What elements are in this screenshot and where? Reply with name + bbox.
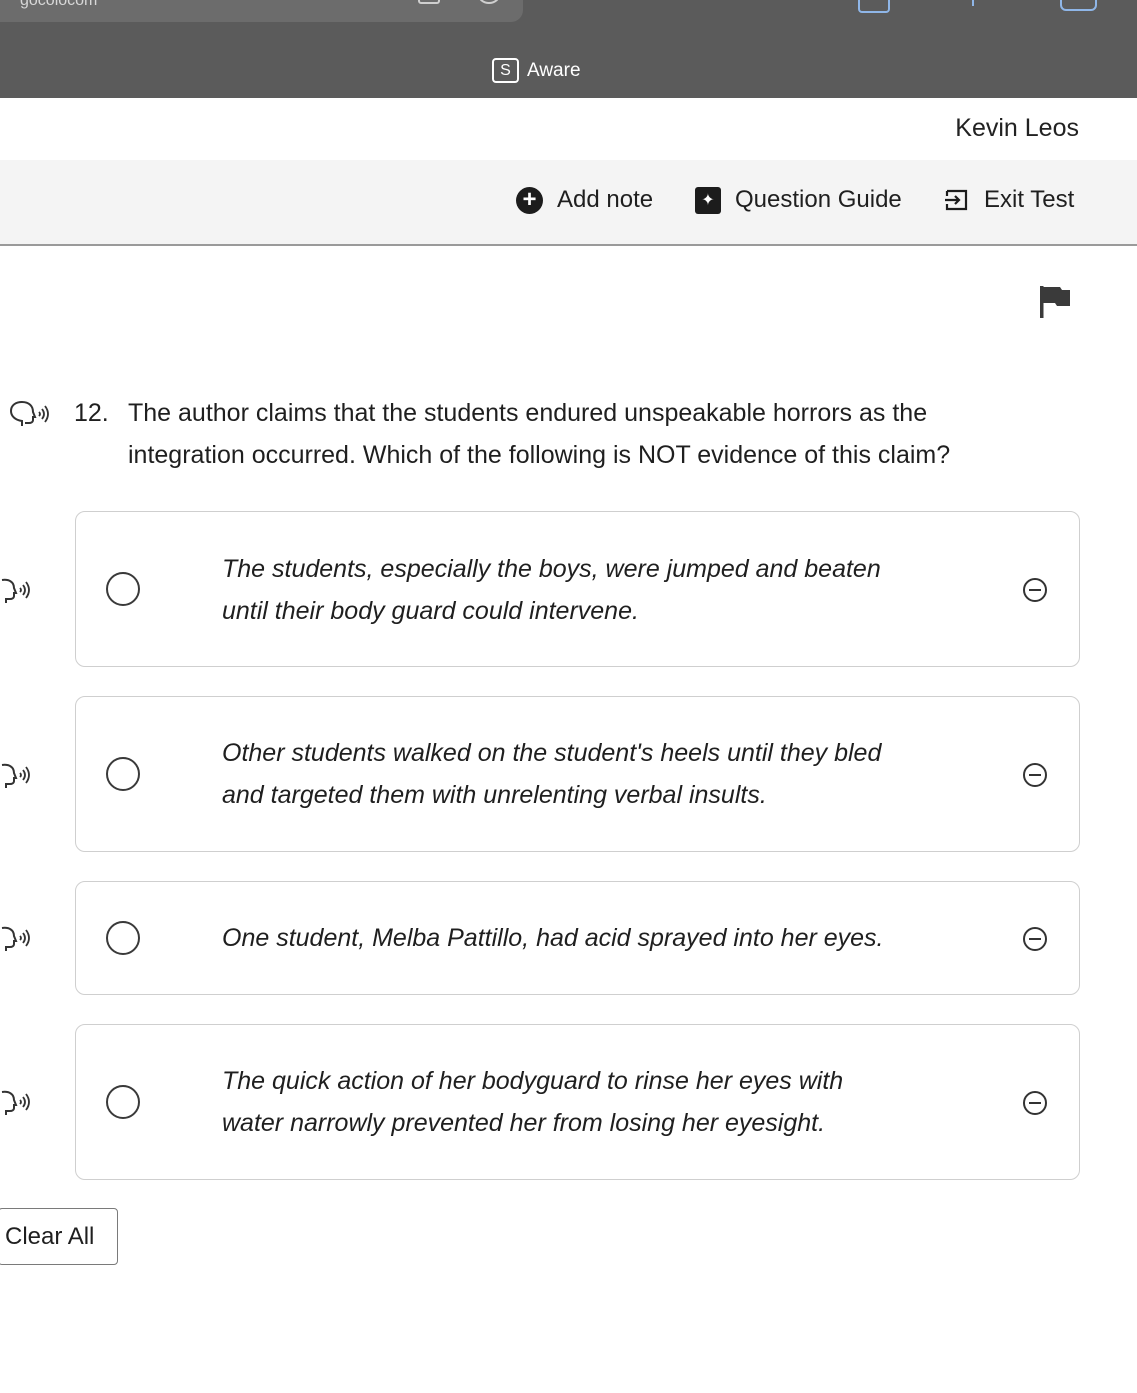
tabs-icon[interactable] [418, 0, 440, 4]
option-3-text: One student, Melba Pattillo, had acid sp… [222, 917, 982, 959]
exit-test-button[interactable]: Exit Test [944, 186, 1074, 214]
tab-overview-icon[interactable] [1060, 0, 1097, 11]
user-name: Kevin Leos [955, 114, 1079, 142]
address-text: gocolocom [20, 0, 98, 9]
app-name: Aware [527, 59, 581, 81]
option-4-text-to-speech-icon[interactable] [0, 1088, 46, 1118]
share-icon[interactable] [858, 0, 890, 13]
option-1-line-2: until their body guard could intervene. [222, 597, 639, 625]
reload-icon[interactable] [478, 0, 500, 4]
exit-icon [944, 187, 970, 213]
user-bar: Kevin Leos [0, 98, 1137, 160]
question-text: 12. The author claims that the students e… [74, 392, 1074, 476]
eliminate-option-1-icon[interactable] [1022, 577, 1048, 603]
option-2-radio[interactable] [106, 757, 140, 791]
option-1-text-to-speech-icon[interactable] [0, 576, 46, 606]
option-2-line-2: and targeted them with unrelenting verba… [222, 781, 767, 809]
question-line-1: The author claims that the students endu… [128, 399, 928, 427]
address-bar[interactable]: gocolocom [0, 0, 523, 22]
guide-icon: ✦ [695, 186, 721, 214]
flag-icon[interactable] [1040, 286, 1070, 318]
bookmark-icon[interactable] [972, 0, 974, 6]
eliminate-option-4-icon[interactable] [1022, 1090, 1048, 1116]
eliminate-option-3-icon[interactable] [1022, 926, 1048, 952]
add-note-label: Add note [557, 186, 654, 213]
aware-logo-icon: S [492, 58, 519, 83]
option-3-radio[interactable] [106, 921, 140, 955]
question-number: 12. [74, 399, 109, 427]
option-4-text: The quick action of her bodyguard to rin… [222, 1060, 982, 1144]
answer-option-2[interactable]: Other students walked on the student's h… [75, 696, 1080, 852]
eliminate-option-2-icon[interactable] [1022, 762, 1048, 788]
question-guide-button[interactable]: ✦ Question Guide [695, 186, 902, 214]
exit-test-label: Exit Test [984, 186, 1075, 213]
answer-option-4[interactable]: The quick action of her bodyguard to rin… [75, 1024, 1080, 1180]
option-4-line-1: The quick action of her bodyguard to rin… [222, 1067, 844, 1095]
browser-chrome: gocolocom S Aware [0, 0, 1137, 98]
question-line-2: integration occurred. Which of the follo… [128, 441, 951, 469]
option-1-radio[interactable] [106, 572, 140, 606]
add-note-button[interactable]: + Add note [516, 186, 653, 214]
question-guide-label: Question Guide [735, 186, 902, 213]
answer-option-1[interactable]: The students, especially the boys, were … [75, 511, 1080, 667]
option-4-radio[interactable] [106, 1085, 140, 1119]
test-toolbar: + Add note ✦ Question Guide Exit Test [0, 160, 1137, 246]
answer-option-3[interactable]: One student, Melba Pattillo, had acid sp… [75, 881, 1080, 995]
option-3-line-1: One student, Melba Pattillo, had acid sp… [222, 924, 884, 952]
option-1-line-1: The students, especially the boys, were … [222, 555, 881, 583]
clear-all-button[interactable]: Clear All [0, 1208, 118, 1265]
option-2-line-1: Other students walked on the student's h… [222, 739, 882, 767]
option-1-text: The students, especially the boys, were … [222, 548, 982, 632]
plus-icon: + [516, 186, 543, 214]
question-text-to-speech-icon[interactable] [8, 400, 54, 430]
app-title: S Aware [492, 58, 581, 83]
option-3-text-to-speech-icon[interactable] [0, 924, 46, 954]
option-2-text-to-speech-icon[interactable] [0, 761, 46, 791]
option-2-text: Other students walked on the student's h… [222, 732, 982, 816]
option-4-line-2: water narrowly prevented her from losing… [222, 1109, 826, 1137]
